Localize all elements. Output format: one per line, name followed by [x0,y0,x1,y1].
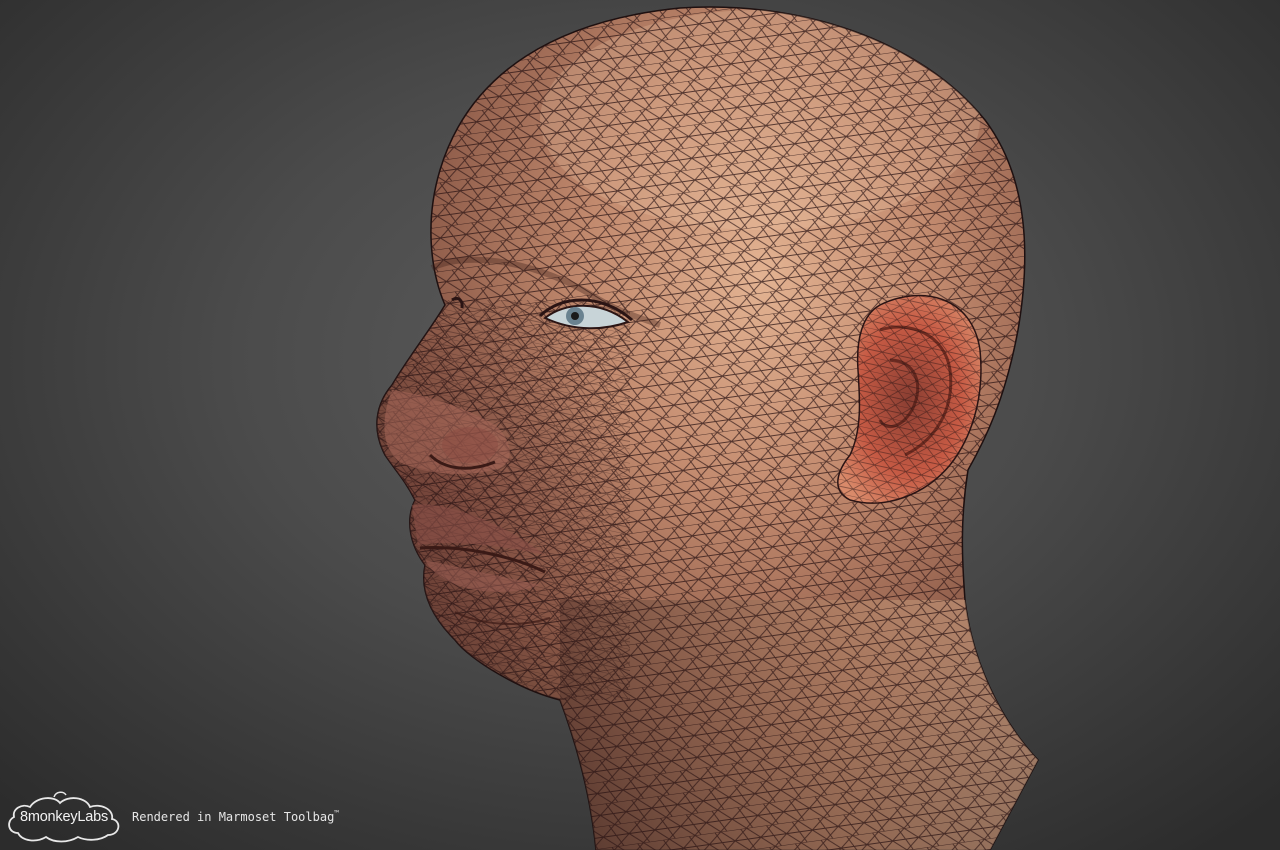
watermark: 8monkeyLabs Rendered in Marmoset Toolbag… [4,788,339,846]
head-render [376,6,1039,850]
render-caption: Rendered in Marmoset Toolbag™ [132,809,339,824]
render-viewport: 8monkeyLabs Rendered in Marmoset Toolbag… [0,0,1280,850]
caption-text: Rendered in Marmoset Toolbag [132,809,335,824]
head-mesh [376,6,1039,850]
8monkeylabs-logo: 8monkeyLabs [4,789,124,845]
logo-text: 8monkeyLabs [19,809,109,825]
trademark-symbol: ™ [334,808,340,818]
